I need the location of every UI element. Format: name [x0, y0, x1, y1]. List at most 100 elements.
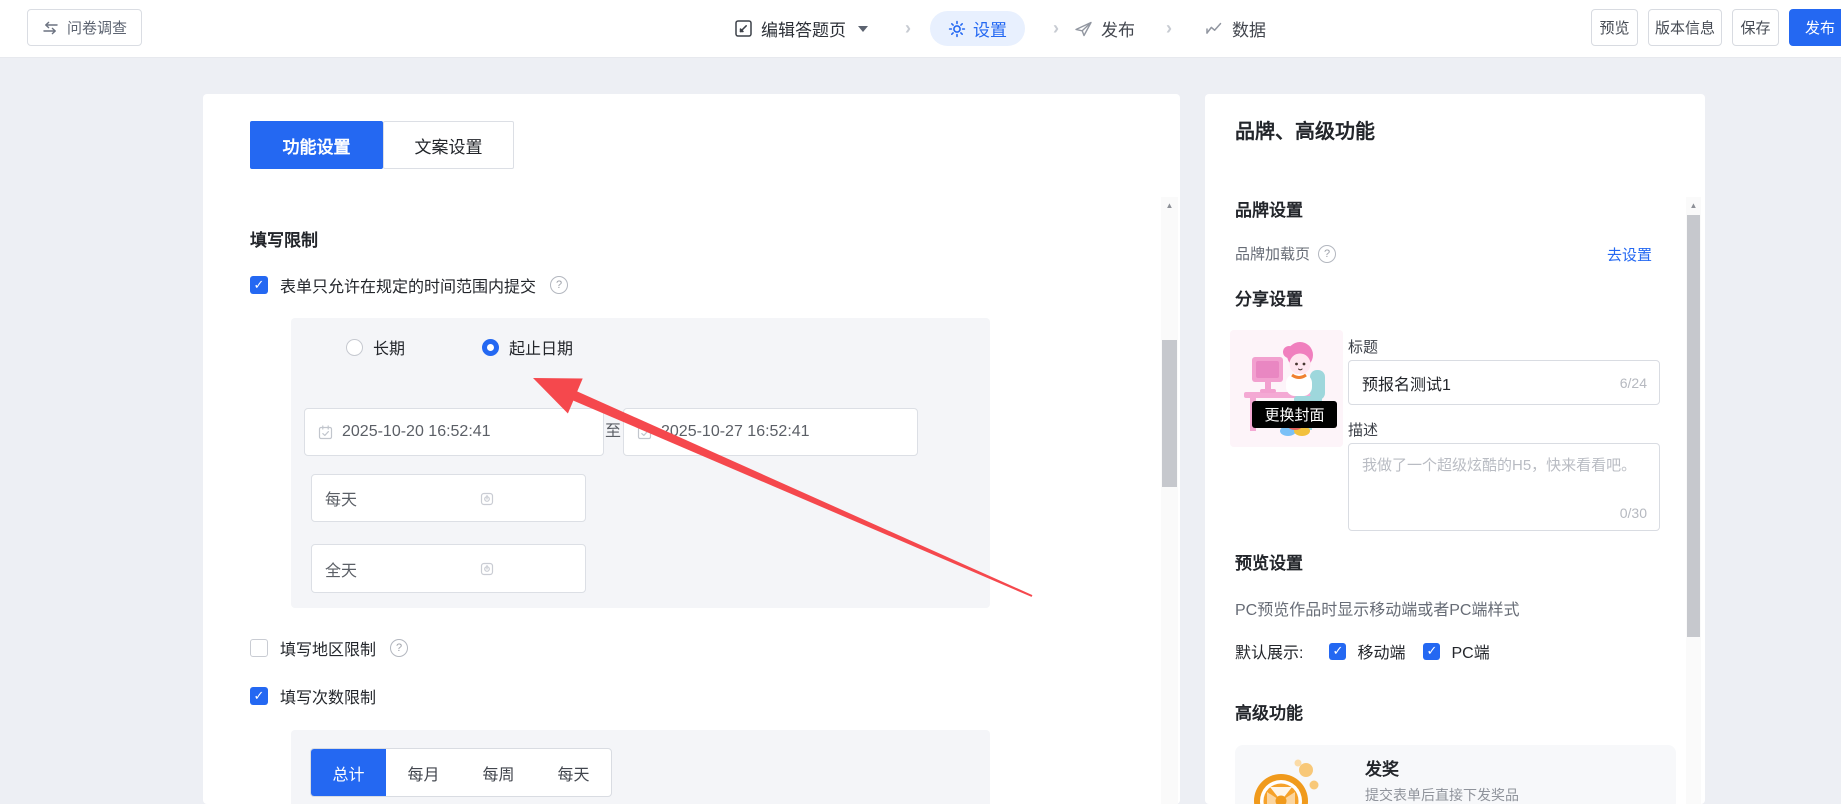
preview-button[interactable]: 预览	[1591, 9, 1638, 46]
advanced-heading: 高级功能	[1235, 699, 1303, 724]
time-limit-label: 表单只允许在规定的时间范围内提交	[280, 273, 536, 297]
mobile-label: 移动端	[1357, 639, 1405, 663]
award-title: 发奖	[1365, 755, 1399, 780]
breadcrumb-separator: ›	[1166, 0, 1172, 57]
share-title-field: 6/24	[1348, 360, 1660, 405]
brand-loading-label: 品牌加载页	[1235, 243, 1310, 264]
step-data-label: 数据	[1232, 16, 1266, 41]
tab-copy-settings[interactable]: 文案设置	[383, 121, 514, 169]
time-picker-icon	[480, 492, 494, 506]
default-display-label: 默认展示:	[1235, 639, 1303, 663]
allday-select[interactable]: 全天	[311, 544, 586, 593]
allday-select-value: 全天	[325, 557, 357, 581]
region-limit-row: 填写地区限制 ?	[250, 636, 408, 660]
brand-loading-row: 品牌加载页 ?	[1235, 243, 1336, 264]
count-period-tabs: 总计 每月 每周 每天	[310, 748, 612, 797]
time-limit-row: ✓ 表单只允许在规定的时间范围内提交 ?	[250, 273, 568, 297]
fill-limit-heading: 填写限制	[250, 226, 318, 251]
edit-page-icon	[734, 19, 753, 38]
line-chart-icon	[1205, 20, 1224, 37]
tab-total[interactable]: 总计	[311, 749, 386, 796]
count-limit-label: 填写次数限制	[280, 684, 376, 708]
repeat-select[interactable]: 每天	[311, 474, 586, 522]
step-edit-page[interactable]: 编辑答题页	[734, 0, 868, 57]
gear-icon	[948, 20, 966, 38]
default-display-row: 默认展示: ✓ 移动端 ✓ PC端	[1235, 639, 1490, 663]
time-picker-icon	[480, 562, 494, 576]
count-limit-box: 总计 每月 每周 每天	[291, 730, 990, 804]
help-icon[interactable]: ?	[550, 276, 568, 294]
tab-weekly[interactable]: 每周	[461, 749, 536, 796]
pc-label: PC端	[1451, 639, 1489, 663]
start-date-input[interactable]: 2025-10-20 16:52:41	[304, 408, 604, 456]
longterm-radio-row[interactable]: 长期	[346, 335, 405, 359]
share-title-input[interactable]	[1349, 361, 1659, 404]
date-to-label: 至	[603, 408, 623, 456]
preview-settings-desc: PC预览作品时显示移动端或者PC端样式	[1235, 596, 1519, 620]
save-button[interactable]: 保存	[1732, 9, 1779, 46]
share-settings-heading: 分享设置	[1235, 285, 1303, 310]
back-button-label: 问卷调查	[67, 17, 127, 38]
step-edit-label: 编辑答题页	[761, 16, 846, 41]
share-desc-label: 描述	[1348, 419, 1378, 440]
chevron-down-icon[interactable]	[858, 26, 868, 32]
region-limit-checkbox[interactable]	[250, 639, 268, 657]
breadcrumb-separator: ›	[905, 0, 911, 57]
mobile-checkbox[interactable]: ✓	[1329, 643, 1346, 660]
share-cover-image[interactable]	[1230, 330, 1343, 447]
version-info-button[interactable]: 版本信息	[1648, 9, 1722, 46]
desc-char-counter: 0/30	[1620, 505, 1647, 521]
step-settings-label: 设置	[973, 16, 1007, 41]
longterm-label: 长期	[373, 335, 405, 359]
step-data[interactable]: 数据	[1205, 0, 1266, 57]
aside-scrollbar[interactable]: ▲	[1686, 197, 1701, 804]
daterange-radio[interactable]	[482, 339, 499, 356]
step-publish[interactable]: 发布	[1074, 0, 1135, 57]
daterange-label: 起止日期	[509, 335, 573, 359]
publish-button[interactable]: 发布	[1789, 9, 1841, 46]
top-bar: 问卷调查 编辑答题页 › 设置 › 发布 ›	[0, 0, 1841, 58]
back-to-survey-button[interactable]: 问卷调查	[27, 9, 142, 46]
scroll-up-arrow[interactable]: ▲	[1161, 197, 1178, 213]
count-limit-checkbox[interactable]: ✓	[250, 687, 268, 705]
send-icon	[1074, 20, 1093, 38]
aside-title: 品牌、高级功能	[1235, 115, 1375, 144]
cover-illustration	[1230, 330, 1343, 447]
go-setup-link[interactable]: 去设置	[1607, 244, 1652, 265]
scroll-up-arrow[interactable]: ▲	[1686, 197, 1701, 213]
help-icon[interactable]: ?	[390, 639, 408, 657]
app-screen: 问卷调查 编辑答题页 › 设置 › 发布 ›	[0, 0, 1841, 804]
aside-scrollbar-thumb[interactable]	[1687, 215, 1700, 637]
daterange-radio-row[interactable]: 起止日期	[482, 335, 573, 359]
breadcrumb-separator: ›	[1053, 0, 1059, 57]
end-date-value: 2025-10-27 16:52:41	[661, 423, 810, 441]
longterm-radio[interactable]	[346, 339, 363, 356]
help-icon[interactable]: ?	[1318, 245, 1336, 263]
start-date-value: 2025-10-20 16:52:41	[342, 423, 491, 441]
title-char-counter: 6/24	[1620, 375, 1647, 391]
brand-advanced-panel: 品牌、高级功能 品牌设置 品牌加载页 ? 去设置 分享设置	[1205, 94, 1705, 804]
end-date-input[interactable]: 2025-10-27 16:52:41	[623, 408, 918, 456]
step-publish-label: 发布	[1101, 16, 1135, 41]
share-desc-field: 0/30	[1348, 443, 1660, 531]
calendar-icon	[318, 425, 333, 440]
change-cover-button[interactable]: 更换封面	[1252, 401, 1337, 428]
settings-panel: 功能设置 文案设置 填写限制 ✓ 表单只允许在规定的时间范围内提交 ? 长期 起…	[203, 94, 1180, 804]
main-scrollbar[interactable]: ▲	[1161, 197, 1178, 804]
time-range-box: 长期 起止日期 2025-10-20 16:52:41 至 2025-10-27…	[291, 318, 990, 608]
award-subtitle: 提交表单后直接下发奖品	[1365, 785, 1519, 804]
award-card[interactable]: 发奖 提交表单后直接下发奖品	[1235, 745, 1676, 804]
calendar-icon	[637, 425, 652, 440]
share-title-label: 标题	[1348, 336, 1378, 357]
step-settings[interactable]: 设置	[930, 11, 1025, 46]
main-scrollbar-thumb[interactable]	[1162, 340, 1177, 487]
share-desc-textarea[interactable]	[1349, 444, 1659, 530]
region-limit-label: 填写地区限制	[280, 636, 376, 660]
time-limit-checkbox[interactable]: ✓	[250, 276, 268, 294]
tab-daily[interactable]: 每天	[536, 749, 611, 796]
tab-function-settings[interactable]: 功能设置	[250, 121, 383, 169]
count-limit-row: ✓ 填写次数限制	[250, 684, 376, 708]
tab-monthly[interactable]: 每月	[386, 749, 461, 796]
award-icon	[1248, 757, 1324, 804]
pc-checkbox[interactable]: ✓	[1423, 643, 1440, 660]
